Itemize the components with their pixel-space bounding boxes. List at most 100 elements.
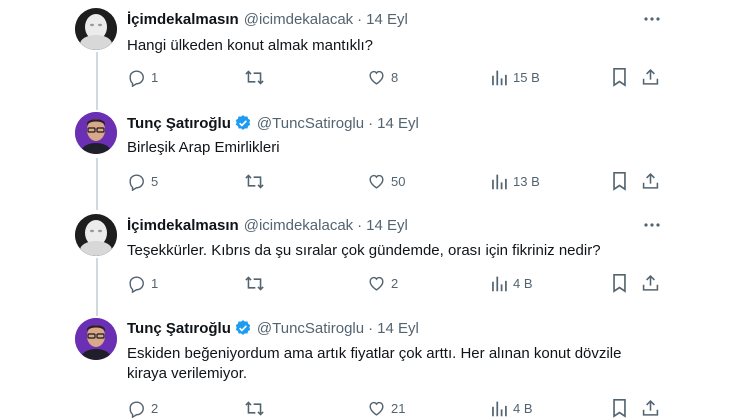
like-icon (369, 401, 384, 416)
author-name[interactable]: İçimdekalmasın (127, 217, 239, 234)
like-button[interactable]: 50 (367, 170, 405, 192)
retweet-button[interactable] (244, 397, 270, 419)
separator-dot: · (357, 10, 363, 28)
author-handle[interactable]: @icimdekalacak (244, 217, 353, 234)
separator-dot: · (357, 216, 363, 234)
bookmark-icon (613, 68, 626, 87)
author-name[interactable]: Tunç Şatıroğlu (127, 115, 231, 132)
like-count: 2 (391, 275, 399, 291)
reply-count: 1 (151, 275, 159, 291)
reply-icon (129, 69, 144, 87)
separator-dot: · (368, 114, 374, 132)
tweet-actions: 1 8 15 B (127, 66, 667, 88)
retweet-icon (245, 275, 264, 291)
bookmark-icon (613, 172, 626, 191)
retweet-button[interactable] (244, 66, 270, 88)
views-button[interactable]: 4 B (490, 397, 533, 419)
views-button[interactable]: 4 B (490, 272, 533, 294)
verified-icon (234, 114, 252, 132)
views-icon (492, 401, 507, 416)
retweet-icon (245, 400, 264, 416)
share-button[interactable] (641, 170, 660, 192)
bookmark-icon (613, 274, 626, 293)
share-button[interactable] (641, 66, 660, 88)
avatar[interactable] (75, 112, 117, 154)
tweet-text: Eskiden beğeniyordum ama artık fiyatlar … (127, 344, 667, 384)
reply-button[interactable]: 2 (127, 397, 158, 419)
like-button[interactable]: 21 (367, 397, 405, 419)
avatar[interactable] (75, 214, 117, 256)
reply-icon (129, 400, 144, 418)
views-icon (492, 276, 507, 291)
reply-button[interactable]: 1 (127, 272, 158, 294)
retweet-icon (245, 173, 264, 189)
reply-icon (129, 173, 144, 191)
tweet-text: Hangi ülkeden konut almak mantıklı? (127, 36, 667, 56)
tweet-date[interactable]: 14 Eyl (377, 320, 419, 337)
tweet-text-line: Birleşik Arap Emirlikleri (127, 139, 280, 156)
tweet-text-line: Teşekkürler. Kıbrıs da şu sıralar çok gü… (127, 242, 601, 259)
retweet-icon (245, 69, 264, 85)
tweet-text: Teşekkürler. Kıbrıs da şu sıralar çok gü… (127, 241, 667, 261)
share-icon (642, 68, 659, 85)
reply-button[interactable]: 5 (127, 170, 158, 192)
like-button[interactable]: 8 (367, 66, 398, 88)
retweet-button[interactable] (244, 170, 270, 192)
tweet-text-line: kiraya verilemiyor. (127, 365, 248, 382)
tweet-actions: 2 21 4 B (127, 397, 667, 419)
share-icon (642, 399, 659, 416)
views-icon (492, 174, 507, 189)
bookmark-icon (613, 399, 626, 418)
author-name[interactable]: İçimdekalmasın (127, 11, 239, 28)
share-icon (642, 274, 659, 291)
reply-button[interactable]: 1 (127, 66, 158, 88)
share-button[interactable] (641, 272, 660, 294)
views-button[interactable]: 13 B (490, 170, 540, 192)
like-button[interactable]: 2 (367, 272, 398, 294)
author-name[interactable]: Tunç Şatıroğlu (127, 320, 231, 337)
retweet-button[interactable] (244, 272, 270, 294)
reply-count: 5 (151, 173, 159, 189)
tweet-text-line: Eskiden beğeniyordum ama artık fiyatlar … (127, 345, 622, 362)
avatar[interactable] (75, 318, 117, 360)
tweet-header: İçimdekalmasın @icimdekalacak · 14 Eyl (127, 215, 408, 235)
views-icon (492, 70, 507, 85)
bookmark-button[interactable] (611, 397, 628, 419)
tweet-header: Tunç Şatıroğlu @TuncSatiroglu · 14 Eyl (127, 318, 419, 338)
tweet-date[interactable]: 14 Eyl (377, 115, 419, 132)
views-count: 4 B (513, 400, 533, 416)
like-count: 8 (391, 69, 399, 85)
tweet-text: Birleşik Arap Emirlikleri (127, 138, 667, 158)
more-icon[interactable] (642, 215, 662, 235)
views-button[interactable]: 15 B (490, 66, 540, 88)
tweet-header: İçimdekalmasın @icimdekalacak · 14 Eyl (127, 9, 408, 29)
bookmark-button[interactable] (611, 170, 628, 192)
tweet-text-line: Hangi ülkeden konut almak mantıklı? (127, 37, 373, 54)
author-handle[interactable]: @TuncSatiroglu (257, 320, 364, 337)
views-count: 13 B (513, 173, 540, 189)
share-icon (642, 172, 659, 189)
tweet-actions: 5 50 13 B (127, 170, 667, 192)
tweet-date[interactable]: 14 Eyl (366, 217, 408, 234)
reply-count: 1 (151, 69, 159, 85)
share-button[interactable] (641, 397, 660, 419)
like-count: 21 (391, 400, 406, 416)
like-icon (369, 174, 384, 189)
verified-icon (234, 319, 252, 337)
views-count: 4 B (513, 275, 533, 291)
thread-connector (96, 258, 98, 316)
thread-connector (96, 158, 98, 210)
thread-connector (96, 52, 98, 110)
tweet-date[interactable]: 14 Eyl (366, 11, 408, 28)
tweet-header: Tunç Şatıroğlu @TuncSatiroglu · 14 Eyl (127, 113, 419, 133)
author-handle[interactable]: @icimdekalacak (244, 11, 353, 28)
reply-count: 2 (151, 400, 159, 416)
bookmark-button[interactable] (611, 272, 628, 294)
bookmark-button[interactable] (611, 66, 628, 88)
separator-dot: · (368, 319, 374, 337)
reply-icon (129, 275, 144, 293)
author-handle[interactable]: @TuncSatiroglu (257, 115, 364, 132)
avatar[interactable] (75, 8, 117, 50)
more-icon[interactable] (642, 9, 662, 29)
like-count: 50 (391, 173, 406, 189)
